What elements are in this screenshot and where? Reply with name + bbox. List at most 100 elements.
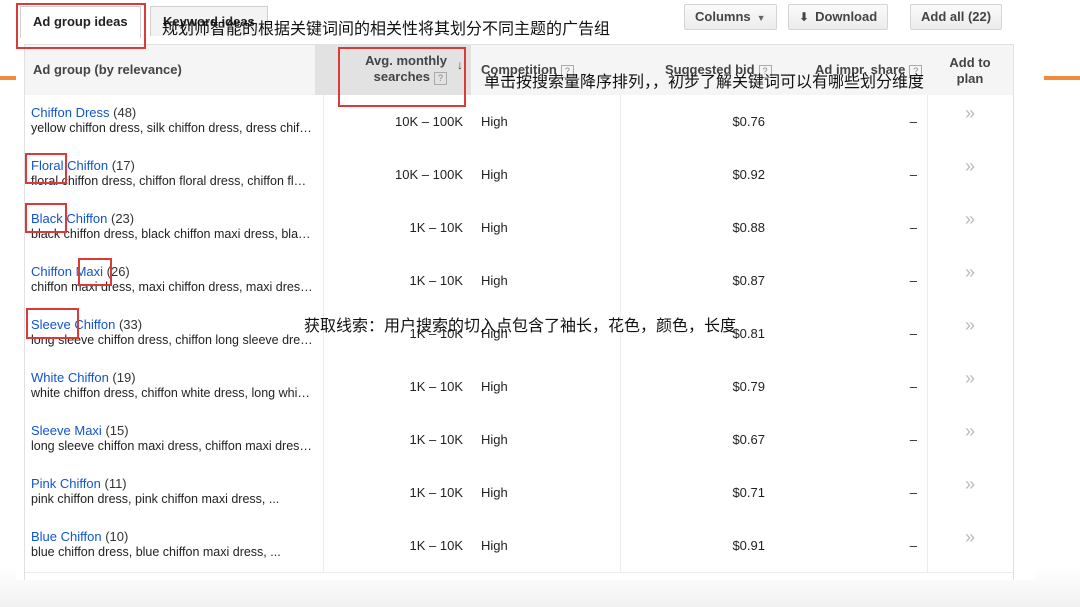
header-ad-group[interactable]: Ad group (by relevance)	[33, 45, 323, 95]
ad-group-keywords: floral chiffon dress, chiffon floral dre…	[31, 174, 313, 188]
ad-group-cell: White Chiffon (19) white chiffon dress, c…	[31, 360, 323, 413]
competition-cell: High	[481, 485, 508, 500]
ad-group-keywords: long sleeve chiffon maxi dress, chiffon …	[31, 439, 313, 453]
add-to-plan-chevron-icon[interactable]: »	[930, 519, 1010, 572]
ad-impr-share-cell: –	[909, 220, 917, 235]
column-divider	[927, 519, 928, 572]
header-add-line1: Add to	[949, 55, 991, 70]
column-divider	[927, 466, 928, 519]
table-row: Chiffon Dress (48) yellow chiffon dress, …	[25, 95, 1013, 149]
annotation-note-sort: 单击按搜索量降序排列，，初步了解关键词可以有哪些划分维度	[484, 72, 925, 91]
annotation-box-searches-header	[338, 47, 466, 107]
add-to-plan-chevron-icon[interactable]: »	[930, 413, 1010, 466]
ad-impr-share-cell: –	[909, 273, 917, 288]
ad-impr-share-cell: –	[909, 379, 917, 394]
ad-group-count: (19)	[112, 370, 136, 385]
ad-group-count: (15)	[105, 423, 129, 438]
column-divider	[323, 95, 324, 148]
column-divider	[927, 148, 928, 201]
ad-group-keywords: blue chiffon dress, blue chiffon maxi dr…	[31, 545, 281, 559]
column-divider	[927, 95, 928, 148]
avg-monthly-searches-cell: 1K – 10K	[409, 220, 464, 235]
avg-monthly-searches-cell: 1K – 10K	[409, 432, 464, 447]
competition-cell: High	[481, 432, 508, 447]
ad-group-cell: Floral Chiffon (17) floral chiffon dress,…	[31, 148, 323, 201]
table-row: Blue Chiffon (10) blue chiffon dress, blu…	[25, 519, 1013, 573]
columns-button[interactable]: Columns ▼	[684, 4, 777, 30]
avg-monthly-searches-cell: 1K – 10K	[409, 379, 464, 394]
competition-cell: High	[481, 379, 508, 394]
add-to-plan-chevron-icon[interactable]: »	[930, 148, 1010, 201]
slide-accent-right	[1044, 76, 1080, 80]
column-divider	[323, 201, 324, 254]
column-divider	[927, 254, 928, 307]
suggested-bid-cell: $0.91	[732, 538, 765, 553]
ad-group-cell: Sleeve Maxi (15) long sleeve chiffon maxi…	[31, 413, 323, 466]
ad-group-count: (11)	[104, 476, 127, 491]
ad-group-link[interactable]: Chiffon Dress	[31, 105, 110, 120]
avg-monthly-searches-cell: 1K – 10K	[409, 538, 464, 553]
add-to-plan-chevron-icon[interactable]: »	[930, 360, 1010, 413]
add-to-plan-chevron-icon[interactable]: »	[930, 201, 1010, 254]
avg-monthly-searches-cell: 1K – 10K	[409, 273, 464, 288]
add-to-plan-chevron-icon[interactable]: »	[930, 95, 1010, 148]
competition-cell: High	[481, 220, 508, 235]
table-row: Floral Chiffon (17) floral chiffon dress,…	[25, 148, 1013, 202]
ad-impr-share-cell: –	[909, 326, 917, 341]
column-divider	[927, 307, 928, 360]
ad-impr-share-cell: –	[909, 114, 917, 129]
ad-group-keywords: black chiffon dress, black chiffon maxi …	[31, 227, 313, 241]
add-to-plan-chevron-icon[interactable]: »	[930, 254, 1010, 307]
ad-group-count: (10)	[105, 529, 129, 544]
ad-group-link[interactable]: Pink Chiffon	[31, 476, 101, 491]
keyword-planner-panel: Ad group ideas Keyword ideas Columns ▼ ⬇ D…	[16, 0, 1036, 580]
column-divider	[927, 413, 928, 466]
column-divider	[927, 201, 928, 254]
ad-group-cell: Blue Chiffon (10) blue chiffon dress, blu…	[31, 519, 323, 572]
header-add-line2: plan	[956, 71, 984, 86]
ad-group-keywords: yellow chiffon dress, silk chiffon dress…	[31, 121, 313, 135]
column-divider	[323, 466, 324, 519]
ad-group-count: (23)	[110, 211, 135, 226]
ad-impr-share-cell: –	[909, 167, 917, 182]
suggested-bid-cell: $0.79	[732, 379, 765, 394]
suggested-bid-cell: $0.76	[732, 114, 765, 129]
avg-monthly-searches-cell: 10K – 100K	[395, 167, 463, 182]
annotation-box-black	[25, 203, 67, 233]
competition-cell: High	[481, 273, 508, 288]
header-add-to-plan: Add to plan	[930, 45, 1010, 95]
suggested-bid-cell: $0.88	[732, 220, 765, 235]
ad-group-count: (33)	[118, 317, 143, 332]
download-icon: ⬇	[799, 10, 810, 24]
table-row: Pink Chiffon (11) pink chiffon dress, pin…	[25, 466, 1013, 520]
annotation-box-ad-group-tab	[16, 3, 146, 49]
ad-impr-share-cell: –	[909, 485, 917, 500]
add-all-button[interactable]: Add all (22)	[910, 4, 1003, 30]
competition-cell: High	[481, 114, 508, 129]
column-divider	[323, 413, 324, 466]
column-divider	[323, 519, 324, 572]
ad-group-cell: Black Chiffon (23) black chiffon dress, b…	[31, 201, 323, 254]
ad-impr-share-cell: –	[909, 538, 917, 553]
annotation-box-maxi	[78, 258, 112, 286]
table-row: White Chiffon (19) white chiffon dress, c…	[25, 360, 1013, 414]
ad-group-cell: Chiffon Dress (48) yellow chiffon dress, …	[31, 95, 323, 148]
annotation-note-clue: 获取线索：用户搜索的切入点包含了袖长，花色，颜色，长度	[304, 316, 737, 335]
ad-group-link[interactable]: White Chiffon	[31, 370, 109, 385]
suggested-bid-cell: $0.67	[732, 432, 765, 447]
ad-group-cell: Chiffon Maxi (26) chiffon maxi dress, max…	[31, 254, 323, 307]
add-to-plan-chevron-icon[interactable]: »	[930, 466, 1010, 519]
avg-monthly-searches-cell: 1K – 10K	[409, 485, 464, 500]
add-to-plan-chevron-icon[interactable]: »	[930, 307, 1010, 360]
column-divider	[323, 148, 324, 201]
ad-group-link[interactable]: Sleeve Maxi	[31, 423, 102, 438]
ad-group-link[interactable]: Blue Chiffon	[31, 529, 102, 544]
column-divider	[323, 254, 324, 307]
ad-group-keywords: chiffon maxi dress, maxi chiffon dress, …	[31, 280, 313, 294]
suggested-bid-cell: $0.87	[732, 273, 765, 288]
download-button[interactable]: ⬇ Download	[788, 4, 889, 30]
ad-group-count: (17)	[111, 158, 135, 173]
download-label: Download	[815, 9, 878, 24]
ad-group-keywords: white chiffon dress, chiffon white dress…	[31, 386, 313, 400]
columns-label: Columns	[695, 9, 751, 24]
